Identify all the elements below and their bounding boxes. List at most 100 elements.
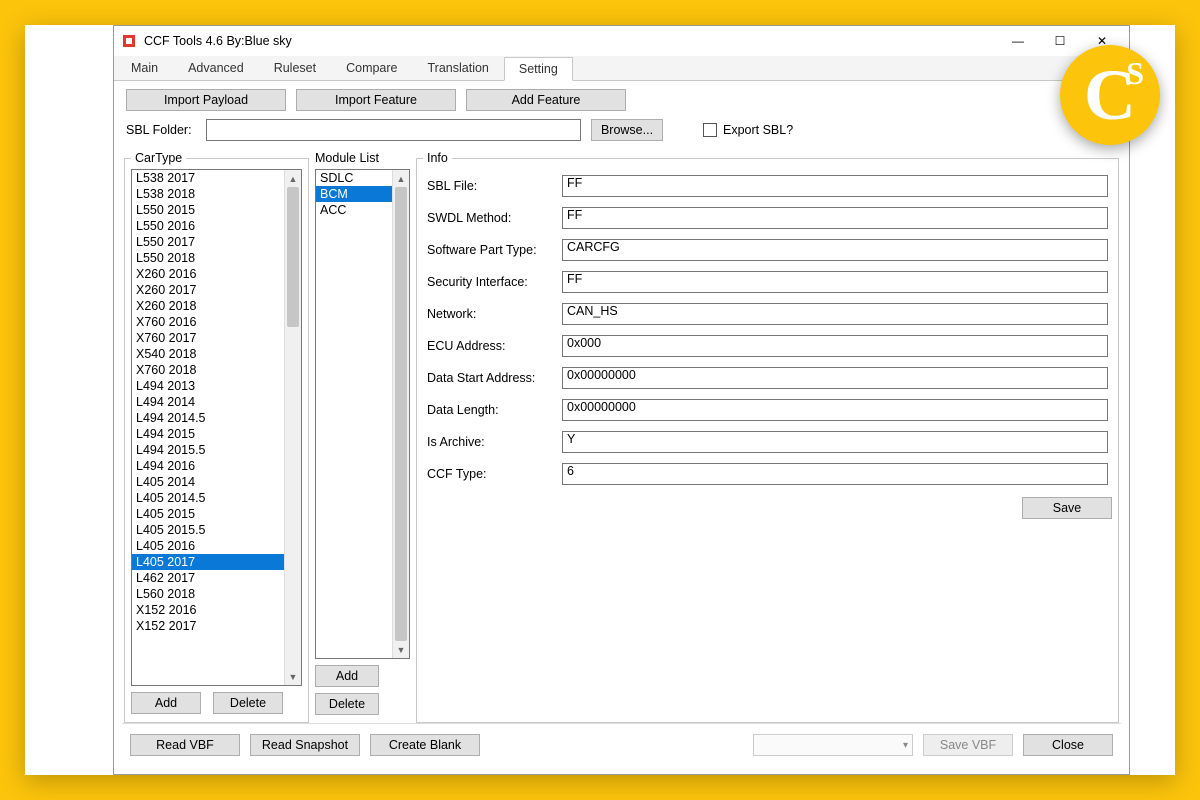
scroll-down-icon[interactable]: ▼ xyxy=(393,641,409,658)
cartype-item[interactable]: L405 2015 xyxy=(132,506,284,522)
scroll-up-icon[interactable]: ▲ xyxy=(393,170,409,187)
info-input[interactable]: FF xyxy=(562,175,1108,197)
import-payload-button[interactable]: Import Payload xyxy=(126,89,286,111)
info-input[interactable]: 0x000 xyxy=(562,335,1108,357)
info-input[interactable]: FF xyxy=(562,271,1108,293)
module-scrollbar[interactable]: ▲ ▼ xyxy=(392,170,409,658)
cartype-item[interactable]: X260 2016 xyxy=(132,266,284,282)
cartype-delete-button[interactable]: Delete xyxy=(213,692,283,714)
cartype-item[interactable]: L538 2017 xyxy=(132,170,284,186)
cartype-fieldset: CarType L538 2017L538 2018L550 2015L550 … xyxy=(124,151,309,723)
sbl-folder-label: SBL Folder: xyxy=(126,123,196,137)
cartype-item[interactable]: X540 2018 xyxy=(132,346,284,362)
cartype-item[interactable]: X760 2016 xyxy=(132,314,284,330)
chevron-down-icon: ▾ xyxy=(903,740,908,751)
cartype-item[interactable]: L494 2016 xyxy=(132,458,284,474)
info-label: CCF Type: xyxy=(427,467,562,481)
cartype-item[interactable]: X260 2017 xyxy=(132,282,284,298)
tab-setting[interactable]: Setting xyxy=(504,57,573,81)
cartype-item[interactable]: L494 2013 xyxy=(132,378,284,394)
info-input[interactable]: Y xyxy=(562,431,1108,453)
cartype-item[interactable]: L405 2016 xyxy=(132,538,284,554)
info-row: Data Start Address:0x00000000 xyxy=(427,367,1108,389)
info-label: Security Interface: xyxy=(427,275,562,289)
cartype-add-button[interactable]: Add xyxy=(131,692,201,714)
info-save-button[interactable]: Save xyxy=(1022,497,1112,519)
footer-combo[interactable]: ▾ xyxy=(753,734,913,756)
cartype-item[interactable]: L550 2016 xyxy=(132,218,284,234)
module-item[interactable]: ACC xyxy=(316,202,392,218)
module-item[interactable]: SDLC xyxy=(316,170,392,186)
info-row: CCF Type:6 xyxy=(427,463,1108,485)
app-window: CCF Tools 4.6 By:Blue sky ― ☐ ✕ Main Adv… xyxy=(113,25,1130,775)
export-sbl-label: Export SBL? xyxy=(723,123,793,137)
read-vbf-button[interactable]: Read VBF xyxy=(130,734,240,756)
info-input[interactable]: CARCFG xyxy=(562,239,1108,261)
cartype-item[interactable]: L405 2017 xyxy=(132,554,284,570)
tab-main[interactable]: Main xyxy=(116,56,173,80)
cartype-item[interactable]: X760 2017 xyxy=(132,330,284,346)
module-item[interactable]: BCM xyxy=(316,186,392,202)
browse-button[interactable]: Browse... xyxy=(591,119,663,141)
cartype-item[interactable]: L405 2014.5 xyxy=(132,490,284,506)
info-label: SWDL Method: xyxy=(427,211,562,225)
titlebar: CCF Tools 4.6 By:Blue sky ― ☐ ✕ xyxy=(114,26,1129,56)
cartype-list[interactable]: L538 2017L538 2018L550 2015L550 2016L550… xyxy=(131,169,302,686)
watermark-badge: CS xyxy=(1060,45,1160,145)
cartype-item[interactable]: L550 2015 xyxy=(132,202,284,218)
cartype-item[interactable]: L462 2017 xyxy=(132,570,284,586)
cartype-scrollbar[interactable]: ▲ ▼ xyxy=(284,170,301,685)
module-delete-button[interactable]: Delete xyxy=(315,693,379,715)
export-sbl-checkbox[interactable]: Export SBL? xyxy=(703,123,793,137)
add-feature-button[interactable]: Add Feature xyxy=(466,89,626,111)
module-list[interactable]: SDLCBCMACC ▲ ▼ xyxy=(315,169,410,659)
module-add-button[interactable]: Add xyxy=(315,665,379,687)
read-snapshot-button[interactable]: Read Snapshot xyxy=(250,734,360,756)
info-input[interactable]: CAN_HS xyxy=(562,303,1108,325)
cartype-item[interactable]: L494 2014 xyxy=(132,394,284,410)
info-label: Data Length: xyxy=(427,403,562,417)
info-label: Is Archive: xyxy=(427,435,562,449)
info-row: Data Length:0x00000000 xyxy=(427,399,1108,421)
cartype-item[interactable]: L494 2015 xyxy=(132,426,284,442)
sbl-folder-input[interactable] xyxy=(206,119,581,141)
scroll-up-icon[interactable]: ▲ xyxy=(285,170,301,187)
cartype-item[interactable]: L560 2018 xyxy=(132,586,284,602)
info-label: SBL File: xyxy=(427,179,562,193)
scroll-thumb[interactable] xyxy=(395,187,407,641)
tab-compare[interactable]: Compare xyxy=(331,56,412,80)
info-input[interactable]: 6 xyxy=(562,463,1108,485)
info-label: Network: xyxy=(427,307,562,321)
cartype-item[interactable]: L550 2017 xyxy=(132,234,284,250)
info-input[interactable]: 0x00000000 xyxy=(562,399,1108,421)
info-row: Software Part Type:CARCFG xyxy=(427,239,1108,261)
info-legend: Info xyxy=(423,151,452,165)
info-input[interactable]: 0x00000000 xyxy=(562,367,1108,389)
window-title: CCF Tools 4.6 By:Blue sky xyxy=(144,34,997,48)
cartype-item[interactable]: L550 2018 xyxy=(132,250,284,266)
minimize-button[interactable]: ― xyxy=(997,28,1039,54)
create-blank-button[interactable]: Create Blank xyxy=(370,734,480,756)
cartype-item[interactable]: L494 2014.5 xyxy=(132,410,284,426)
cartype-item[interactable]: L405 2015.5 xyxy=(132,522,284,538)
info-row: ECU Address:0x000 xyxy=(427,335,1108,357)
cartype-item[interactable]: X152 2016 xyxy=(132,602,284,618)
cartype-item[interactable]: X152 2017 xyxy=(132,618,284,634)
import-feature-button[interactable]: Import Feature xyxy=(296,89,456,111)
info-input[interactable]: FF xyxy=(562,207,1108,229)
info-label: Data Start Address: xyxy=(427,371,562,385)
cartype-item[interactable]: L494 2015.5 xyxy=(132,442,284,458)
cartype-item[interactable]: X760 2018 xyxy=(132,362,284,378)
cartype-item[interactable]: L538 2018 xyxy=(132,186,284,202)
scroll-down-icon[interactable]: ▼ xyxy=(285,668,301,685)
save-vbf-button[interactable]: Save VBF xyxy=(923,734,1013,756)
tab-ruleset[interactable]: Ruleset xyxy=(259,56,331,80)
app-icon xyxy=(120,32,138,50)
tab-translation[interactable]: Translation xyxy=(413,56,504,80)
cartype-item[interactable]: X260 2018 xyxy=(132,298,284,314)
close-button[interactable]: Close xyxy=(1023,734,1113,756)
scroll-thumb[interactable] xyxy=(287,187,299,327)
cartype-item[interactable]: L405 2014 xyxy=(132,474,284,490)
maximize-button[interactable]: ☐ xyxy=(1039,28,1081,54)
tab-advanced[interactable]: Advanced xyxy=(173,56,259,80)
